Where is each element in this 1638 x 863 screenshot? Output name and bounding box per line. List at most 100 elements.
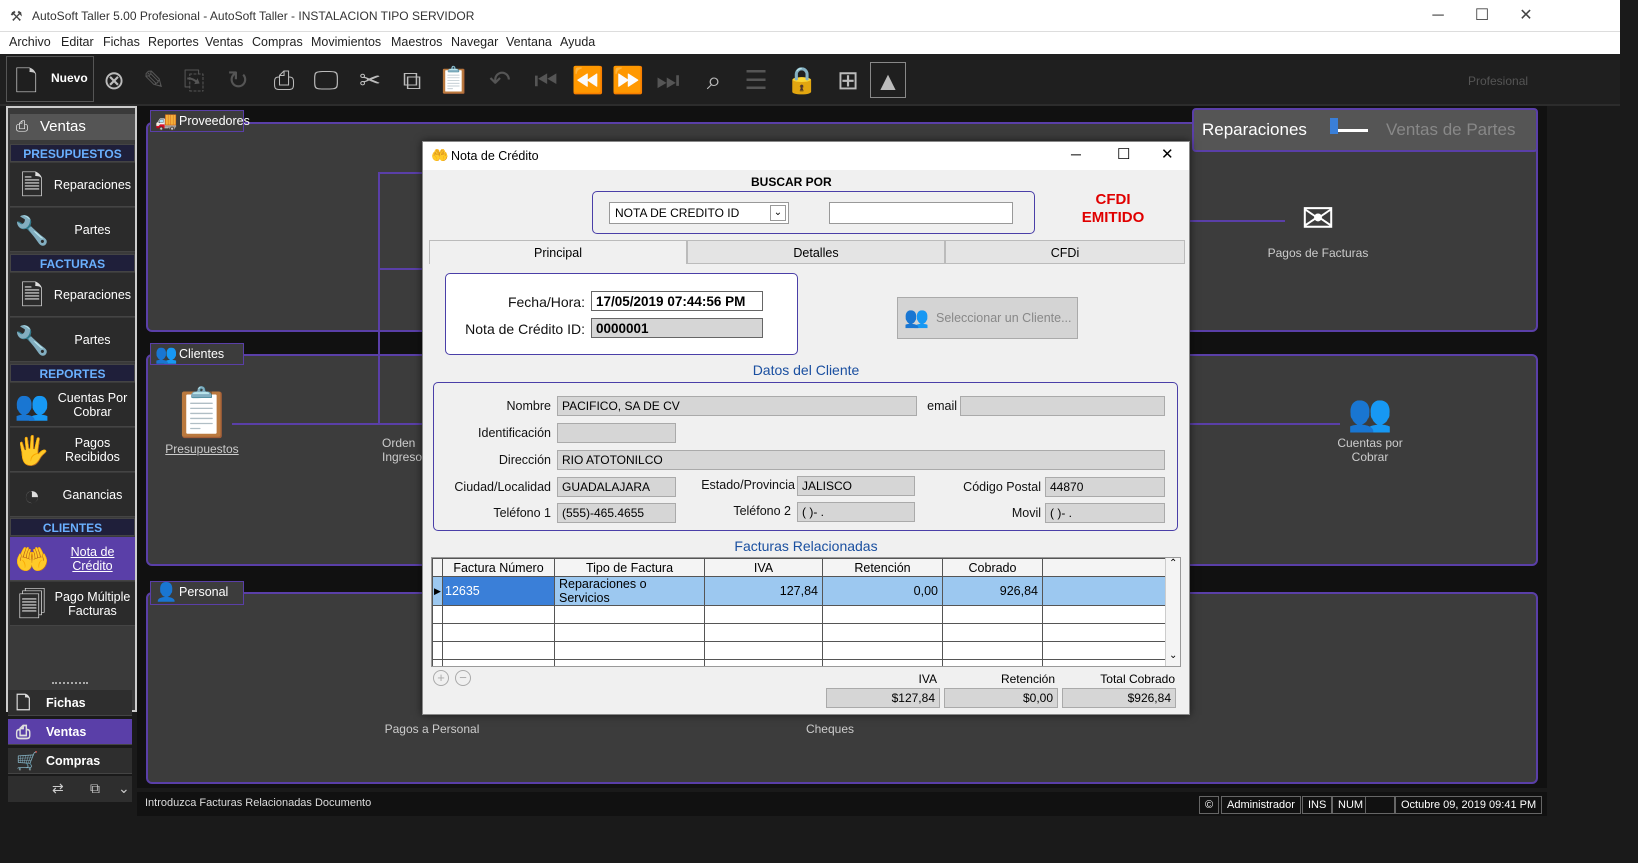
col-cobrado[interactable]: Cobrado (942, 558, 1043, 577)
window-tile-icon[interactable]: ⧉ (90, 780, 100, 797)
identificacion-field[interactable] (557, 423, 676, 443)
minimize-button[interactable]: ─ (1418, 4, 1458, 28)
table-row-empty[interactable] (432, 659, 1166, 666)
workspace-cheques[interactable]: Cheques (800, 722, 860, 736)
cut-icon[interactable]: ✂ (352, 62, 388, 98)
copy-icon[interactable]: ⧉ (394, 62, 430, 98)
select-client-button[interactable]: 👥 Seleccionar un Cliente... (897, 297, 1078, 339)
cell-iva[interactable]: 127,84 (704, 576, 823, 606)
swap-icon[interactable]: ⇄ (52, 780, 64, 797)
sidebar-item-pago-multiple[interactable]: 🗐 Pago Múltiple Facturas (10, 582, 135, 626)
col-retencion[interactable]: Retención (822, 558, 943, 577)
table-row-empty[interactable] (432, 623, 1166, 642)
search-by-select[interactable]: NOTA DE CREDITO ID ⌄ (609, 202, 789, 224)
estado-field[interactable]: JALISCO (797, 476, 915, 496)
chevron-down-icon[interactable]: ⌄ (1169, 650, 1177, 661)
delete-document-icon[interactable]: ⊗ (96, 62, 132, 98)
sidebar-item-presupuesto-reparaciones[interactable]: 🗎 Reparaciones (10, 163, 135, 207)
search-list-icon[interactable]: ☰ (738, 62, 774, 98)
last-record-icon[interactable]: ⏭ (650, 62, 686, 98)
menu-navegar[interactable]: Navegar (451, 35, 498, 49)
dialog-close-button[interactable]: ✕ (1161, 145, 1174, 163)
sidebar-item-presupuesto-partes[interactable]: 🔧 Partes (10, 208, 135, 252)
cell-retencion[interactable]: 0,00 (822, 576, 943, 606)
menu-reportes[interactable]: Reportes (148, 35, 199, 49)
previous-record-icon[interactable]: ⏪ (570, 62, 606, 98)
search-icon[interactable]: ⌕ (696, 62, 732, 98)
remove-row-icon[interactable]: − (455, 670, 471, 686)
chevron-down-icon[interactable]: ⌄ (118, 780, 130, 797)
chevron-down-icon[interactable]: ⌄ (770, 205, 786, 221)
paste-icon[interactable]: 📋 (436, 62, 472, 98)
mode-toggle[interactable]: Reparaciones Ventas de Partes (1192, 108, 1538, 152)
telefono2-field[interactable]: ( )- . (797, 502, 915, 522)
total-retencion-field[interactable]: $0,00 (944, 688, 1058, 708)
workspace-cuentas-cobrar[interactable]: 👥 Cuentas por Cobrar (1330, 390, 1410, 464)
col-factura-numero[interactable]: Factura Número (442, 558, 555, 577)
table-row[interactable]: ▶ 12635 Reparaciones o Servicios 127,84 … (432, 576, 1166, 606)
add-row-icon[interactable]: + (433, 670, 449, 686)
edit-icon[interactable]: ✎ (136, 62, 172, 98)
sidebar-item-factura-partes[interactable]: 🔧 Partes (10, 318, 135, 362)
print-icon[interactable]: ⎙ (266, 62, 302, 98)
sidebar-item-ganancias[interactable]: ◔ Ganancias (10, 473, 135, 517)
new-button[interactable]: 🗋 Nuevo (6, 56, 94, 102)
direccion-field[interactable]: RIO ATOTONILCO (557, 450, 1165, 470)
table-row-empty[interactable] (432, 641, 1166, 660)
autosoft-logo-icon[interactable]: ▲ (870, 62, 906, 98)
tab-principal[interactable]: Principal (429, 240, 687, 264)
table-row-empty[interactable] (432, 605, 1166, 624)
movil-field[interactable]: ( )- . (1045, 503, 1165, 523)
nav-ventas-button[interactable]: ⎙ Ventas (8, 719, 132, 745)
workspace-pagos-facturas[interactable]: ✉ Pagos de Facturas (1262, 192, 1374, 260)
menu-archivo[interactable]: Archivo (9, 35, 51, 49)
chevron-up-icon[interactable]: ⌃ (1169, 558, 1177, 569)
total-iva-field[interactable]: $127,84 (826, 688, 940, 708)
email-field[interactable] (960, 396, 1165, 416)
sidebar-header[interactable]: ⎙ Ventas (10, 114, 135, 140)
lock-icon[interactable]: 🔒 (784, 62, 820, 98)
dialog-maximize-button[interactable]: ☐ (1117, 145, 1130, 163)
menu-compras[interactable]: Compras (252, 35, 303, 49)
total-cobrado-field[interactable]: $926,84 (1062, 688, 1176, 708)
tab-cfdi[interactable]: CFDi (945, 240, 1185, 264)
calculator-icon[interactable]: ⊞ (830, 62, 866, 98)
menu-movimientos[interactable]: Movimientos (311, 35, 381, 49)
first-record-icon[interactable]: ⏮ (528, 62, 564, 98)
menu-ventana[interactable]: Ventana (506, 35, 552, 49)
ciudad-field[interactable]: GUADALAJARA (557, 477, 676, 497)
search-input[interactable] (829, 202, 1013, 224)
workspace-ordenes[interactable]: Orden Ingreso (376, 436, 422, 464)
undo-icon[interactable]: ↶ (482, 62, 518, 98)
col-tipo-factura[interactable]: Tipo de Factura (554, 558, 705, 577)
monitor-icon[interactable]: 🖵 (308, 62, 344, 98)
fecha-field[interactable]: 17/05/2019 07:44:56 PM (591, 291, 763, 311)
mode-toggle-knob[interactable] (1330, 118, 1338, 134)
nombre-field[interactable]: PACIFICO, SA DE CV (557, 396, 917, 416)
nav-compras-button[interactable]: 🛒 Compras (8, 748, 132, 774)
save-icon[interactable]: ⎘ (176, 62, 212, 98)
telefono1-field[interactable]: (555)-465.4655 (557, 503, 676, 523)
nota-id-field[interactable]: 0000001 (591, 318, 763, 338)
menu-fichas[interactable]: Fichas (103, 35, 140, 49)
cell-cobrado[interactable]: 926,84 (942, 576, 1043, 606)
dialog-minimize-button[interactable]: ─ (1071, 146, 1081, 162)
menu-ventas[interactable]: Ventas (205, 35, 243, 49)
tab-detalles[interactable]: Detalles (687, 240, 945, 264)
menu-editar[interactable]: Editar (61, 35, 94, 49)
refresh-icon[interactable]: ↻ (220, 62, 256, 98)
sidebar-item-pagos-recibidos[interactable]: 🖐 Pagos Recibidos (10, 428, 135, 472)
col-iva[interactable]: IVA (704, 558, 823, 577)
close-button[interactable]: ✕ (1506, 4, 1546, 28)
menu-maestros[interactable]: Maestros (391, 35, 442, 49)
sidebar-item-cuentas-cobrar[interactable]: 👥 Cuentas Por Cobrar (10, 383, 135, 427)
next-record-icon[interactable]: ⏩ (610, 62, 646, 98)
cell-tipo[interactable]: Reparaciones o Servicios (554, 576, 705, 606)
table-scrollbar[interactable]: ⌃ ⌄ (1165, 558, 1180, 666)
workspace-presupuestos[interactable]: 📋 Presupuestos (160, 386, 244, 456)
maximize-button[interactable]: ☐ (1462, 4, 1502, 28)
codigo-postal-field[interactable]: 44870 (1045, 477, 1165, 497)
nav-fichas-button[interactable]: 🗋 Fichas (8, 690, 132, 716)
workspace-pagos-personal[interactable]: Pagos a Personal (380, 722, 484, 736)
cell-factura[interactable]: 12635 (442, 576, 555, 606)
